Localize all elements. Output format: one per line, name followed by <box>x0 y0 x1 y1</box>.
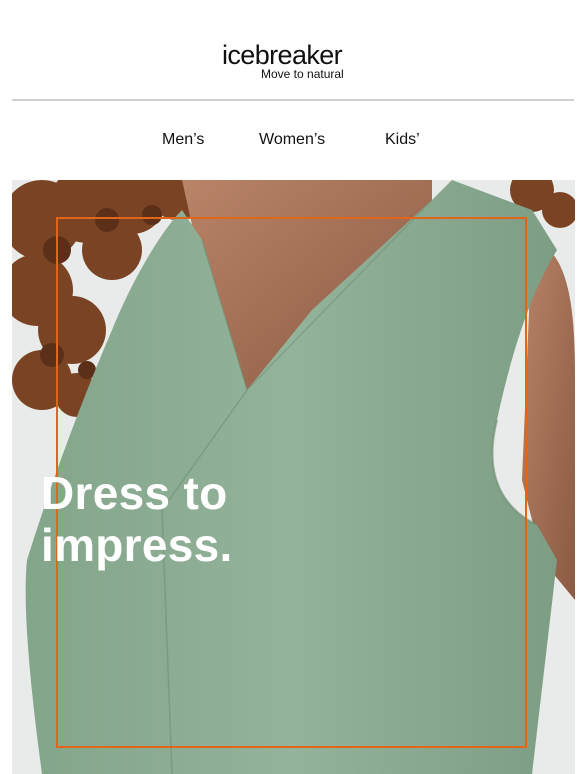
header-divider <box>12 99 574 101</box>
hero-headline: Dress to impress. <box>41 467 233 571</box>
nav-link-mens[interactable]: Men’s <box>162 130 204 150</box>
nav-link-kids[interactable]: Kids’ <box>385 130 420 150</box>
brand-tagline: Move to natural <box>261 67 344 81</box>
brand-logo[interactable]: icebreaker Move to natural <box>222 40 372 84</box>
email-header: icebreaker Move to natural <box>0 0 580 100</box>
headline-line-1: Dress to <box>41 467 228 519</box>
brand-name: icebreaker <box>222 40 343 70</box>
hero-banner[interactable]: Dress to impress. <box>12 180 575 774</box>
nav-link-womens[interactable]: Women’s <box>259 130 325 150</box>
headline-line-2: impress. <box>41 519 233 571</box>
